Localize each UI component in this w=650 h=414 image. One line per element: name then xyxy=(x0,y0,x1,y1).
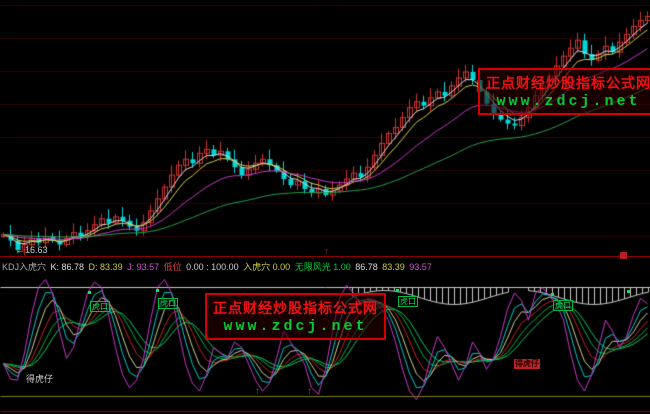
indicator-status-bar: KDJ入虎穴 K: 86.78 D: 83.39 J: 93.57 低位 0.0… xyxy=(0,256,650,278)
signal-dot xyxy=(88,291,91,294)
status-segment: KDJ入虎穴 xyxy=(2,262,46,272)
watermark-url: www.zdcj.net xyxy=(486,93,650,110)
watermark-bottom: 正点财经炒股指标公式网 www.zdcj.net xyxy=(205,293,386,340)
tiger-cub-label: 得虎仔 xyxy=(26,374,53,384)
status-segment: J: 93.57 xyxy=(125,262,160,272)
tiger-mouth-badge: 虎口 xyxy=(398,296,418,307)
watermark-title: 正点财经炒股指标公式网 xyxy=(213,298,378,318)
buy-arrow-icon: ↑ xyxy=(255,387,260,397)
tiger-cub-badge: 得虎仔 xyxy=(514,359,540,369)
buy-arrow-icon: ↑ xyxy=(307,387,312,397)
status-segment: 低位 xyxy=(161,262,182,272)
status-segment: 83.39 xyxy=(380,262,405,272)
watermark-top: 正点财经炒股指标公式网 www.zdcj.net xyxy=(478,68,650,115)
status-segment: 93.57 xyxy=(407,262,432,272)
signal-dot xyxy=(396,289,399,292)
watermark-title: 正点财经炒股指标公式网 xyxy=(486,73,650,93)
status-segment: D: 83.39 xyxy=(86,262,123,272)
divider-red-square-icon xyxy=(620,252,627,259)
status-segment: K: 86.78 xyxy=(48,262,84,272)
stock-chart-app: KDJ入虎穴 K: 86.78 D: 83.39 J: 93.57 低位 0.0… xyxy=(0,0,650,414)
status-segment: 86.78 xyxy=(353,262,378,272)
candlestick-panel[interactable] xyxy=(0,0,650,256)
status-segment: 0.00 : 100.00 xyxy=(184,262,239,272)
signal-dot xyxy=(551,293,554,296)
watermark-url: www.zdcj.net xyxy=(213,318,378,335)
signal-dot xyxy=(156,289,159,292)
tiger-mouth-badge: 虎口 xyxy=(158,298,178,309)
lowest-price-label: ←16.63 xyxy=(16,245,48,255)
signal-dot xyxy=(627,290,630,293)
tiger-mouth-badge: 虎口 xyxy=(90,301,110,312)
status-segment: 无限风光 1.00 xyxy=(292,262,351,272)
divider-arrow-icon: ↑ xyxy=(324,247,329,256)
status-segment: 入虎穴 0.00 xyxy=(241,262,291,272)
tiger-mouth-badge: 虎口 xyxy=(553,300,573,311)
